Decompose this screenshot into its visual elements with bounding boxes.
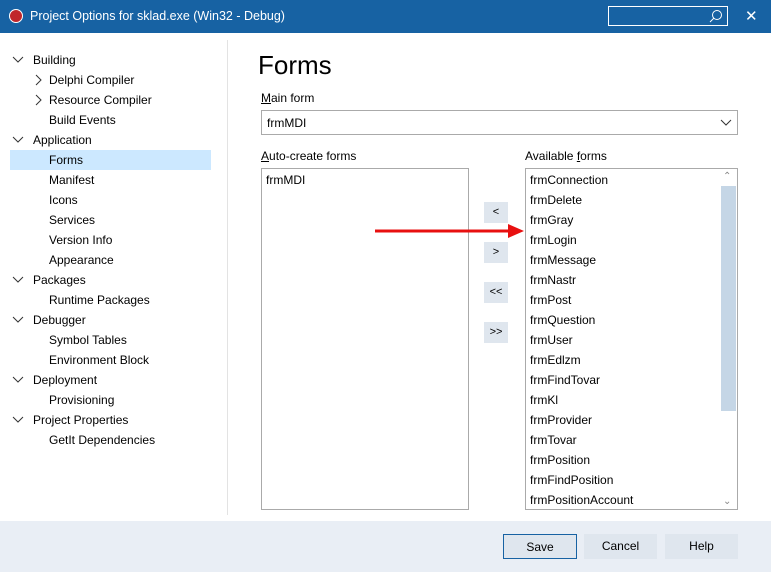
list-item[interactable]: frmMDI [262, 170, 468, 190]
scroll-up-icon[interactable]: ⌃ [723, 171, 731, 182]
tree-item[interactable]: Packages [10, 270, 211, 290]
list-item[interactable]: frmPositionAccount [526, 490, 737, 510]
tree-item-label: Appearance [49, 253, 114, 267]
tree-item-label: Build Events [49, 113, 116, 127]
window-title: Project Options for sklad.exe (Win32 - D… [30, 9, 285, 23]
scrollbar[interactable]: ⌃ ⌄ [720, 169, 737, 509]
main-form-value: frmMDI [267, 116, 307, 130]
tree-item[interactable]: Manifest [10, 170, 211, 190]
tree-item-label: Application [33, 133, 92, 147]
tree-item-label: GetIt Dependencies [49, 433, 156, 447]
main-form-label: Main form [261, 91, 315, 105]
search-input[interactable] [608, 6, 728, 26]
tree-item-label: Services [49, 213, 96, 227]
tree-item-label: Building [33, 53, 76, 67]
list-item[interactable]: frmTovar [526, 430, 737, 450]
list-item[interactable]: frmKl [526, 390, 737, 410]
move-right-button[interactable]: > [484, 242, 508, 263]
tree-item[interactable]: Resource Compiler [10, 90, 211, 110]
red-arrow-annotation [375, 224, 524, 238]
scrollbar-thumb[interactable] [721, 186, 736, 411]
app-logo-icon [9, 9, 23, 23]
tree-item[interactable]: Debugger [10, 310, 211, 330]
tree-item-label: Icons [49, 193, 78, 207]
scroll-down-icon[interactable]: ⌄ [723, 496, 731, 507]
tree-item-label: Resource Compiler [49, 93, 152, 107]
tree-item[interactable]: Icons [10, 190, 211, 210]
move-all-left-button[interactable]: << [484, 282, 508, 303]
tree-item-label: Delphi Compiler [49, 73, 135, 87]
list-item[interactable]: frmNastr [526, 270, 737, 290]
tree-item-label: Environment Block [49, 353, 150, 367]
page-title: Forms [258, 50, 332, 80]
search-icon [709, 10, 722, 23]
tree-item-label: Manifest [49, 173, 95, 187]
tree-item[interactable]: Delphi Compiler [10, 70, 211, 90]
tree-item-label: Deployment [33, 373, 98, 387]
tree-item-label: Project Properties [33, 413, 129, 427]
tree-item[interactable]: Symbol Tables [10, 330, 211, 350]
close-button[interactable]: ✕ [745, 7, 758, 25]
title-bar: Project Options for sklad.exe (Win32 - D… [0, 0, 771, 33]
list-item[interactable]: frmEdlzm [526, 350, 737, 370]
tree-item-label: Debugger [33, 313, 86, 327]
available-label: Available forms [525, 149, 607, 163]
tree-item[interactable]: Build Events [10, 110, 211, 130]
tree-item-label: Forms [49, 153, 83, 167]
move-all-right-button[interactable]: >> [484, 322, 508, 343]
cancel-button[interactable]: Cancel [584, 534, 657, 559]
tree-item-label: Version Info [49, 233, 113, 247]
list-item[interactable]: frmGray [526, 210, 737, 230]
auto-create-list[interactable]: frmMDI [261, 168, 469, 510]
tree-item[interactable]: Application [10, 130, 211, 150]
tree-item-label: Packages [33, 273, 86, 287]
tree-item[interactable]: Environment Block [10, 350, 211, 370]
tree-item[interactable]: Deployment [10, 370, 211, 390]
move-left-button[interactable]: < [484, 202, 508, 223]
tree-item[interactable]: Appearance [10, 250, 211, 270]
list-item[interactable]: frmFindPosition [526, 470, 737, 490]
tree-item[interactable]: Project Properties [10, 410, 211, 430]
tree-item[interactable]: Forms [10, 150, 211, 170]
tree-item[interactable]: Services [10, 210, 211, 230]
list-item[interactable]: frmPost [526, 290, 737, 310]
list-item[interactable]: frmDelete [526, 190, 737, 210]
tree-item[interactable]: Provisioning [10, 390, 211, 410]
tree-item[interactable]: Building [10, 50, 211, 70]
list-item[interactable]: frmLogin [526, 230, 737, 250]
list-item[interactable]: frmFindTovar [526, 370, 737, 390]
main-form-select[interactable]: frmMDI [261, 110, 738, 135]
help-button[interactable]: Help [665, 534, 738, 559]
tree-item[interactable]: Version Info [10, 230, 211, 250]
available-list[interactable]: frmConnection frmDelete frmGray frmLogin frm… [525, 168, 738, 510]
tree-item-label: Provisioning [49, 393, 115, 407]
chevron-down-icon [720, 119, 732, 126]
tree-item[interactable]: Runtime Packages [10, 290, 211, 310]
list-item[interactable]: frmUser [526, 330, 737, 350]
save-button[interactable]: Save [503, 534, 577, 559]
list-item[interactable]: frmQuestion [526, 310, 737, 330]
list-item[interactable]: frmProvider [526, 410, 737, 430]
auto-create-label: Auto-create forms [261, 149, 357, 163]
list-item[interactable]: frmConnection [526, 170, 737, 190]
tree-item-label: Symbol Tables [49, 333, 127, 347]
list-item[interactable]: frmPosition [526, 450, 737, 470]
list-item[interactable]: frmMessage [526, 250, 737, 270]
tree-item-label: Runtime Packages [49, 293, 150, 307]
tree-item[interactable]: GetIt Dependencies [10, 430, 211, 450]
divider [227, 40, 228, 515]
